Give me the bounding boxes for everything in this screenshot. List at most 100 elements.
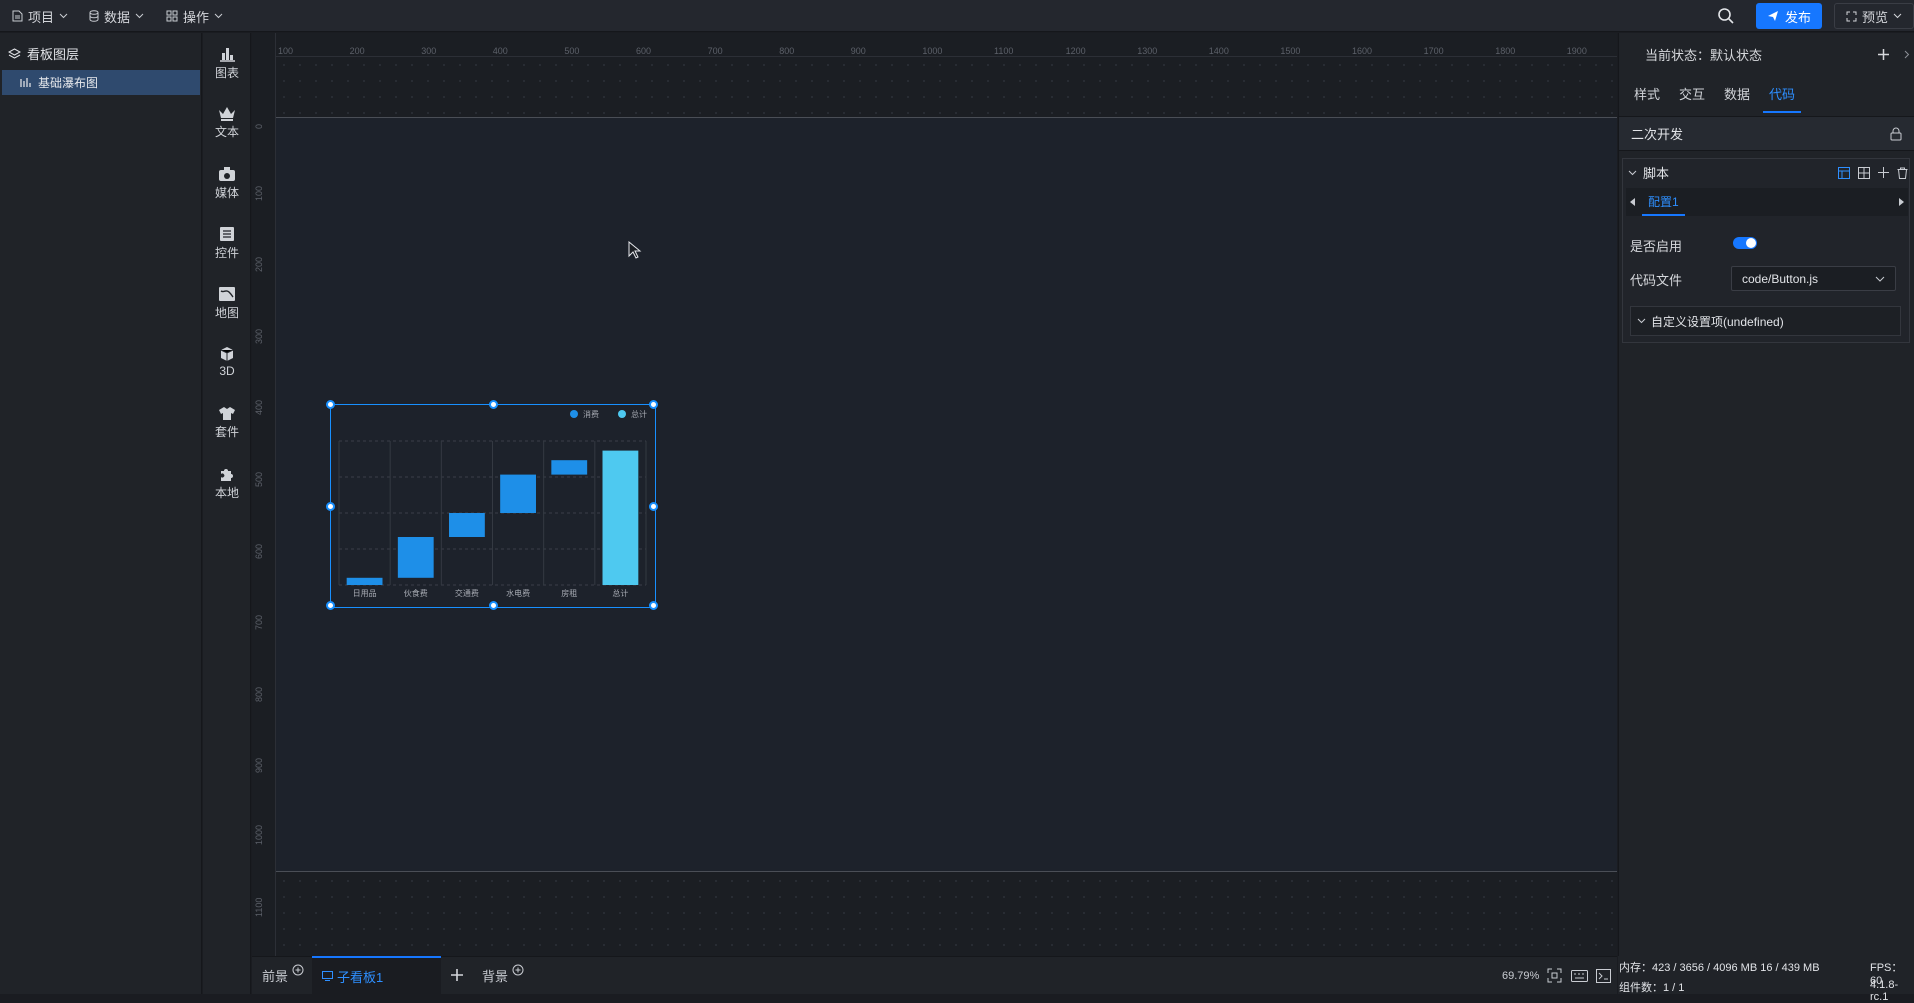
state-row: 当前状态：默认状态	[1645, 45, 1910, 64]
ruler-tick: 400	[492, 46, 508, 56]
resize-handle-se[interactable]	[649, 601, 658, 610]
add-circle-icon	[512, 964, 524, 976]
ruler-tick: 500	[564, 46, 580, 56]
tool-suite[interactable]: 套件	[203, 406, 251, 440]
ruler-tick: 700	[707, 46, 723, 56]
zoom-level[interactable]: 69.79%	[1502, 970, 1539, 982]
ruler-vertical: 0100200300400500600700800900100011001200	[252, 33, 276, 988]
preview-button[interactable]: 预览	[1834, 3, 1914, 29]
puzzle-icon	[221, 469, 233, 481]
resize-handle-e[interactable]	[649, 502, 658, 511]
tab-interaction[interactable]: 交互	[1679, 82, 1713, 113]
layer-item[interactable]: 基础瀑布图	[2, 70, 200, 95]
tab-foreground[interactable]: 前景	[262, 956, 304, 994]
ruler-tick: 500	[254, 471, 264, 487]
layout-grid-icon[interactable]	[1858, 166, 1870, 179]
tool-text[interactable]: 文本	[203, 106, 251, 140]
chart-bar	[500, 474, 536, 513]
tool-3d[interactable]: 3D	[203, 346, 251, 378]
state-value: 默认状态	[1710, 48, 1763, 63]
tab-sub-board[interactable]: 子看板1	[312, 956, 441, 994]
resize-handle-w[interactable]	[326, 502, 335, 511]
tool-local-label: 本地	[214, 486, 239, 500]
plus-icon[interactable]	[1878, 167, 1889, 178]
config-tab[interactable]: 配置1	[1642, 189, 1685, 216]
tab-background[interactable]: 背景	[482, 956, 524, 994]
custom-settings-label: 自定义设置项(undefined)	[1651, 314, 1784, 329]
chevron-right-icon[interactable]	[1904, 50, 1910, 59]
custom-settings[interactable]: 自定义设置项(undefined)	[1630, 306, 1901, 336]
ruler-tick: 400	[254, 400, 264, 416]
layers-title: 看板图层	[27, 47, 80, 62]
property-tabs: 样式 交互 数据 代码	[1634, 82, 1812, 113]
state-text[interactable]: 当前状态：默认状态	[1645, 45, 1762, 64]
ruler-tick: 300	[421, 46, 437, 56]
chevron-down-icon[interactable]	[1628, 170, 1637, 176]
tab-data[interactable]: 数据	[1724, 82, 1758, 113]
ruler-tick: 1200	[1065, 46, 1086, 56]
search-icon[interactable]	[1717, 7, 1735, 28]
legend-label-spend: 消费	[583, 409, 599, 419]
ruler-tick: 1700	[1423, 46, 1444, 56]
x-tick-label: 房租	[561, 588, 577, 598]
chevron-down-icon	[214, 13, 223, 19]
chart-bar	[602, 450, 639, 585]
secondary-dev-title: 二次开发	[1631, 127, 1684, 142]
bar-chart-icon	[220, 48, 235, 62]
fit-screen-icon[interactable]	[1547, 968, 1562, 986]
publish-button[interactable]: 发布	[1756, 3, 1822, 29]
memory-status: 内存：423 / 3656 / 4096 MB 16 / 439 MB	[1619, 962, 1820, 974]
tool-chart[interactable]: 图表	[203, 46, 251, 81]
add-board-button[interactable]	[450, 956, 464, 994]
grid-icon	[166, 10, 178, 22]
secondary-dev-section[interactable]: 二次开发	[1619, 116, 1914, 151]
resize-handle-nw[interactable]	[326, 400, 335, 409]
status-bar: 内存：423 / 3656 / 4096 MB 16 / 439 MB FPS：…	[1618, 956, 1914, 1003]
tool-media[interactable]: 媒体	[203, 166, 251, 201]
media-icon	[219, 167, 235, 181]
legend-label-total: 总计	[631, 409, 647, 419]
ruler-tick: 600	[254, 543, 264, 559]
ruler-tick: 1100	[994, 46, 1014, 56]
layout-rows-icon[interactable]	[1838, 166, 1850, 179]
keyboard-icon[interactable]	[1571, 970, 1588, 985]
x-tick-label: 日用品	[353, 589, 377, 598]
enable-toggle[interactable]	[1733, 237, 1757, 249]
tool-3d-label: 3D	[219, 364, 235, 378]
ruler-tick: 100	[278, 46, 294, 56]
lock-icon[interactable]	[1890, 127, 1902, 141]
config-tabs: 配置1	[1626, 188, 1908, 216]
resize-handle-n[interactable]	[489, 400, 498, 409]
file-icon	[12, 10, 23, 22]
enable-label: 是否启用	[1630, 239, 1683, 254]
plus-icon[interactable]	[1877, 48, 1890, 61]
tool-controls[interactable]: 控件	[203, 226, 251, 261]
tab-style[interactable]: 样式	[1634, 82, 1668, 113]
chart-bar	[449, 513, 485, 537]
component-count: 组件数：1 / 1	[1619, 982, 1685, 994]
tool-map[interactable]: 地图	[203, 286, 251, 321]
tab-code[interactable]: 代码	[1763, 82, 1802, 113]
trash-icon[interactable]	[1897, 167, 1908, 179]
tool-local[interactable]: 本地	[203, 466, 251, 501]
codefile-label: 代码文件	[1630, 273, 1683, 288]
menu-project[interactable]: 项目	[12, 0, 68, 32]
terminal-icon[interactable]	[1596, 969, 1611, 986]
caret-left-icon[interactable]	[1630, 198, 1636, 206]
ruler-tick: 900	[850, 46, 866, 56]
x-tick-label: 交通费	[455, 588, 479, 598]
resize-handle-ne[interactable]	[649, 400, 658, 409]
chevron-down-icon	[1893, 13, 1902, 19]
caret-right-icon[interactable]	[1898, 198, 1904, 206]
resize-handle-sw[interactable]	[326, 601, 335, 610]
resize-handle-s[interactable]	[489, 601, 498, 610]
top-toolbar	[0, 0, 1914, 32]
menu-data[interactable]: 数据	[89, 0, 144, 32]
ruler-tick: 1600	[1352, 46, 1373, 56]
cube-icon	[220, 347, 234, 361]
codefile-select[interactable]: code/Button.js	[1731, 266, 1896, 291]
menu-operate[interactable]: 操作	[166, 0, 223, 32]
waterfall-chart: 消费 总计 日用品 伙食费 交通费 水电费 房租 总计	[338, 409, 647, 598]
tool-media-label: 媒体	[214, 186, 239, 200]
waterfall-chart-widget[interactable]: 消费 总计 日用品 伙食费 交通费 水电费 房租 总计	[326, 400, 658, 610]
